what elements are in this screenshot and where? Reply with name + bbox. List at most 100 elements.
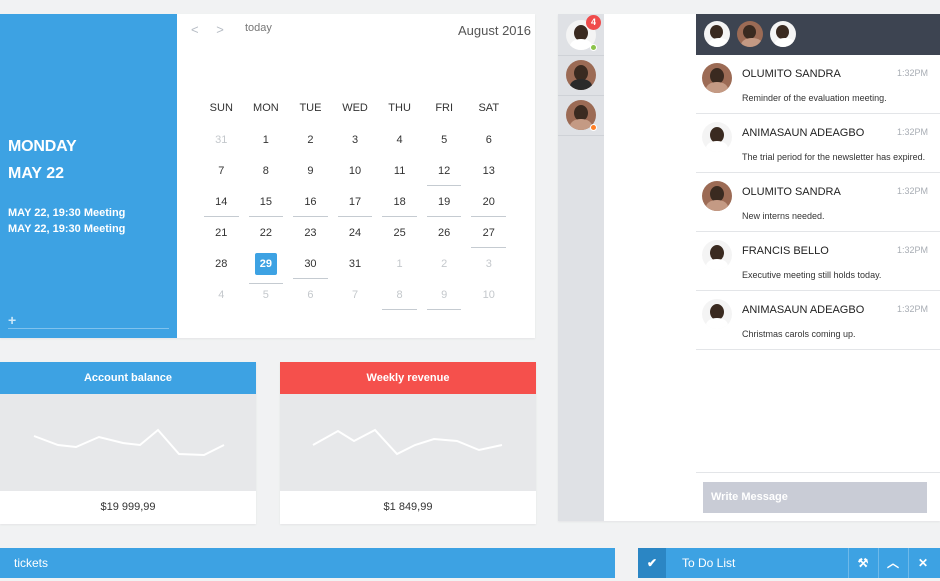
status-away-icon [590, 124, 597, 131]
calendar-day[interactable]: 7 [333, 289, 378, 301]
calendar-widget: MONDAY MAY 22 MAY 22, 19:30 Meeting MAY … [0, 14, 535, 338]
calendar-day[interactable]: 9 [288, 165, 333, 177]
status-online-icon [590, 44, 597, 51]
calendar-day[interactable]: 30 [288, 258, 333, 279]
chevron-right-icon[interactable]: > [216, 22, 224, 37]
calendar-day[interactable]: 5 [422, 134, 467, 146]
calendar-day[interactable]: 2 [422, 258, 467, 270]
calendar-nav: < > [191, 22, 238, 37]
avatar[interactable] [737, 21, 763, 47]
calendar-day[interactable]: 17 [333, 196, 378, 217]
calendar-day[interactable]: 19 [422, 196, 467, 217]
agenda-event[interactable]: MAY 22, 19:30 Meeting [8, 207, 125, 219]
calendar-week: 28 29 30 31 1 2 3 [199, 248, 511, 284]
calendar-day[interactable]: 23 [288, 227, 333, 239]
message-time: 1:32PM [896, 186, 928, 196]
divider [558, 95, 604, 96]
calendar-day[interactable]: 10 [333, 165, 378, 177]
calendar-day[interactable]: 18 [377, 196, 422, 217]
message-item[interactable]: ANIMASAUN ADEAGBO 1:32PM Christmas carol… [696, 291, 940, 350]
message-item[interactable]: ANIMASAUN ADEAGBO 1:32PM The trial perio… [696, 114, 940, 173]
calendar-day[interactable]: 26 [422, 227, 467, 239]
selected-day-label: 29 [254, 252, 277, 275]
calendar-day[interactable]: 14 [199, 196, 244, 217]
calendar-day[interactable]: 11 [377, 165, 422, 177]
avatar [702, 240, 732, 270]
divider [558, 55, 604, 56]
todo-title: To Do List [682, 556, 736, 570]
calendar-day[interactable]: 31 [333, 258, 378, 270]
calendar-day[interactable]: 6 [288, 289, 333, 301]
calendar-day[interactable]: 3 [333, 134, 378, 146]
calendar-day[interactable]: 25 [377, 227, 422, 239]
calendar-day[interactable]: 10 [466, 289, 511, 301]
weekday-label: SAT [478, 102, 500, 114]
message-text: Reminder of the evaluation meeting. [742, 93, 887, 103]
weekly-revenue-card: Weekly revenue $1 849,99 [280, 362, 536, 524]
calendar-day[interactable]: 8 [377, 289, 422, 310]
calendar-day[interactable]: 22 [244, 227, 289, 239]
chevron-left-icon[interactable]: < [191, 22, 199, 37]
calendar-day[interactable]: 12 [422, 165, 467, 186]
contact-list: 4 [558, 14, 604, 521]
message-item[interactable]: OLUMITO SANDRA 1:32PM Reminder of the ev… [696, 55, 940, 114]
calendar-week: 4 5 6 7 8 9 10 [199, 279, 511, 310]
weekday-header: SUN MON TUE WED THU FRI SAT [199, 102, 511, 114]
write-message-input[interactable]: Write Message [703, 482, 927, 513]
calendar-day[interactable]: 21 [199, 227, 244, 239]
contact-item[interactable]: 4 [566, 15, 601, 51]
calendar-day[interactable]: 4 [377, 134, 422, 146]
calendar-day[interactable]: 31 [199, 134, 244, 146]
message-sender: OLUMITO SANDRA [742, 68, 841, 80]
calendar-day[interactable]: 13 [466, 165, 511, 177]
calendar-day[interactable]: 9 [422, 289, 467, 310]
calendar-day[interactable]: 1 [377, 258, 422, 270]
today-button[interactable]: today [245, 22, 272, 34]
check-icon[interactable]: ✔ [638, 548, 666, 578]
message-item[interactable]: OLUMITO SANDRA 1:32PM New interns needed… [696, 173, 940, 232]
unread-badge: 4 [586, 15, 601, 30]
account-balance-sparkline [0, 394, 256, 491]
calendar-day[interactable]: 3 [466, 258, 511, 270]
close-icon[interactable]: ✕ [908, 548, 937, 578]
avatar[interactable] [704, 21, 730, 47]
calendar-day[interactable]: 5 [244, 289, 289, 301]
calendar-day[interactable]: 1 [244, 134, 289, 146]
calendar-day[interactable]: 6 [466, 134, 511, 146]
wrench-icon[interactable]: ⚒ [848, 548, 877, 578]
weekday-label: WED [342, 102, 368, 114]
contact-item[interactable] [566, 100, 597, 131]
agenda-event[interactable]: MAY 22, 19:30 Meeting [8, 223, 125, 235]
calendar-day[interactable]: 16 [288, 196, 333, 217]
divider [558, 135, 604, 136]
sparkline-line [33, 428, 225, 457]
message-text: Executive meeting still holds today. [742, 270, 882, 280]
message-sender: ANIMASAUN ADEAGBO [742, 304, 865, 316]
tickets-panel-header[interactable]: tickets [0, 548, 615, 578]
account-balance-card: Account balance $19 999,99 [0, 362, 256, 524]
calendar-day[interactable]: 27 [466, 227, 511, 248]
calendar-day[interactable]: 28 [199, 258, 244, 270]
calendar-day[interactable]: 7 [199, 165, 244, 177]
weekday-label: MON [253, 102, 279, 114]
account-balance-value: $19 999,99 [100, 501, 156, 513]
calendar-day-selected[interactable]: 29 [244, 252, 289, 284]
calendar-day[interactable]: 8 [244, 165, 289, 177]
calendar-day[interactable]: 4 [199, 289, 244, 301]
calendar-day[interactable]: 24 [333, 227, 378, 239]
calendar-day[interactable]: 15 [244, 196, 289, 217]
calendar-week: 7 8 9 10 11 12 13 [199, 155, 511, 186]
contact-item[interactable] [566, 60, 596, 90]
calendar-day[interactable]: 2 [288, 134, 333, 146]
weekly-revenue-sparkline [280, 394, 536, 491]
avatar[interactable] [770, 21, 796, 47]
calendar-day[interactable]: 20 [466, 196, 511, 217]
add-event-button[interactable]: + [8, 312, 16, 328]
account-balance-title: Account balance [0, 362, 256, 394]
calendar-week: 21 22 23 24 25 26 27 [199, 217, 511, 248]
sparkline-line [312, 428, 503, 456]
avatar [702, 181, 732, 211]
message-item[interactable]: FRANCIS BELLO 1:32PM Executive meeting s… [696, 232, 940, 291]
chevron-up-icon[interactable]: ︿ [878, 548, 907, 578]
message-time: 1:32PM [896, 68, 928, 78]
